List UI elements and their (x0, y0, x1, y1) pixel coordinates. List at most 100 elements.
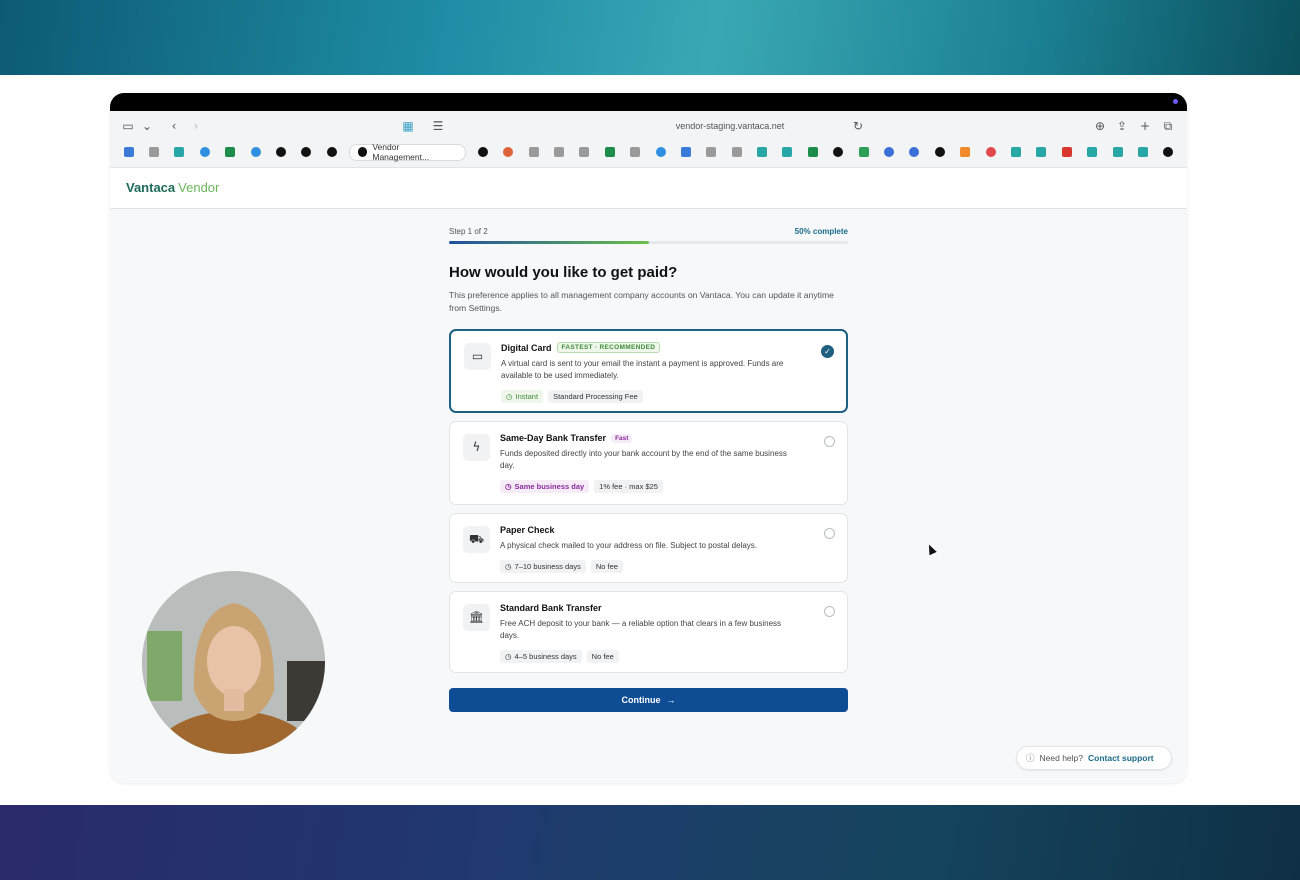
tab-favicon[interactable] (724, 143, 749, 161)
tab-strip: Vendor Management... (116, 141, 1181, 163)
tab-favicon[interactable] (622, 143, 647, 161)
tab-favicon[interactable] (826, 143, 851, 161)
timing-label: Same business day (514, 482, 585, 491)
continue-button[interactable]: Continue → (449, 688, 848, 712)
camera-dot (1173, 99, 1178, 104)
progress-bar (449, 241, 848, 244)
tab-favicon[interactable] (1156, 143, 1181, 161)
recommended-badge: FASTEST · RECOMMENDED (556, 342, 661, 353)
option-description: Funds deposited directly into your bank … (500, 449, 787, 470)
option-description: A physical check mailed to your address … (500, 541, 758, 550)
tab-favicon[interactable] (572, 143, 597, 161)
tab-favicon[interactable] (902, 143, 927, 161)
address-bar[interactable]: vendor-staging.vantaca.net (630, 118, 830, 134)
arrow-right-icon: → (666, 695, 676, 705)
tab-overview-icon[interactable]: ▦ (400, 118, 416, 134)
tabs-icon[interactable]: ⧉ (1160, 118, 1176, 134)
option-description: A virtual card is sent to your email the… (501, 359, 784, 380)
tab-favicon[interactable] (495, 143, 520, 161)
tab-favicon[interactable] (876, 143, 901, 161)
share-icon[interactable]: ⇪ (1114, 118, 1130, 134)
tab-favicon[interactable] (673, 143, 698, 161)
tab-favicon[interactable] (470, 143, 495, 161)
back-icon[interactable]: ‹ (166, 118, 182, 134)
tab-favicon[interactable] (319, 143, 344, 161)
vantaca-logo[interactable]: Vantaca Vendor (126, 180, 219, 195)
tab-favicon[interactable] (1054, 143, 1079, 161)
tab-favicon[interactable] (800, 143, 825, 161)
tab-favicon[interactable] (268, 143, 293, 161)
step-label: Step 1 of 2 (449, 227, 488, 236)
tab-favicon[interactable] (749, 143, 774, 161)
fee-chip: Standard Processing Fee (548, 390, 643, 403)
tab-favicon[interactable] (546, 143, 571, 161)
download-icon[interactable]: ⊕ (1092, 118, 1108, 134)
tab-favicon[interactable] (851, 143, 876, 161)
option-title: Digital Card (501, 342, 552, 353)
option-title: Standard Bank Transfer (500, 603, 602, 613)
tab-favicon[interactable] (243, 143, 268, 161)
option-digital-card[interactable]: ▭ Digital Card FASTEST · RECOMMENDED A v… (449, 329, 848, 413)
tab-favicon[interactable] (192, 143, 217, 161)
new-tab-icon[interactable]: + (1137, 118, 1153, 134)
tab-favicon[interactable] (116, 143, 141, 161)
page-title: How would you like to get paid? (449, 264, 678, 281)
tab-favicon[interactable] (927, 143, 952, 161)
tab-favicon[interactable] (141, 143, 166, 161)
radio-unselected[interactable] (824, 606, 835, 617)
option-paper-check[interactable]: ⛟ Paper Check A physical check mailed to… (449, 513, 848, 583)
truck-icon: ⛟ (463, 526, 490, 553)
tab-favicon[interactable] (699, 143, 724, 161)
clock-icon: ◷ (506, 392, 513, 401)
fee-chip: No fee (586, 650, 619, 663)
clock-icon: ◷ (505, 652, 512, 661)
help-text: Need help? (1039, 753, 1083, 763)
option-same-day-bank-transfer[interactable]: ϟ Same-Day Bank Transfer Fast Funds depo… (449, 421, 848, 505)
progress-fill (449, 241, 649, 244)
option-title: Paper Check (500, 525, 555, 535)
option-description: Free ACH deposit to your bank — a reliab… (500, 619, 782, 640)
clock-icon: ◷ (505, 562, 512, 571)
logo-product: Vendor (178, 180, 220, 195)
screen-notch (110, 93, 1187, 111)
tab-vendor-management[interactable]: Vendor Management... (348, 142, 467, 162)
payment-method-form: Step 1 of 2 50% complete How would you l… (449, 227, 848, 712)
tab-favicon[interactable] (1079, 143, 1104, 161)
help-circle-icon: ⓘ (1026, 753, 1035, 763)
tab-favicon[interactable] (167, 143, 192, 161)
tab-favicon[interactable] (597, 143, 622, 161)
radio-selected[interactable]: ✓ (821, 345, 834, 358)
tab-favicon[interactable] (1105, 143, 1130, 161)
forward-icon[interactable]: › (188, 118, 204, 134)
tab-favicon[interactable] (978, 143, 1003, 161)
radio-unselected[interactable] (824, 528, 835, 539)
timing-chip: ◷ Same business day (500, 480, 590, 493)
timing-label: Instant (515, 392, 539, 401)
timing-label: 7–10 business days (514, 562, 581, 571)
timing-chip: ◷ 7–10 business days (500, 560, 586, 573)
continue-label: Continue (621, 695, 661, 705)
tab-favicon[interactable] (953, 143, 978, 161)
tab-favicon[interactable] (775, 143, 800, 161)
page-menu-icon[interactable]: ☰ (430, 118, 446, 134)
tab-favicon[interactable] (1029, 143, 1054, 161)
tab-favicon[interactable] (1003, 143, 1028, 161)
tab-favicon[interactable] (1130, 143, 1155, 161)
sidebar-toggle-icon[interactable]: ▭ (120, 118, 136, 134)
tab-favicon[interactable] (648, 143, 673, 161)
option-title: Same-Day Bank Transfer (500, 433, 607, 443)
fee-chip: No fee (590, 560, 623, 573)
contact-support-link[interactable]: Contact support (1088, 753, 1154, 763)
help-widget[interactable]: ⓘ Need help? Contact support (1016, 746, 1172, 770)
tab-favicon[interactable] (294, 143, 319, 161)
tab-favicon[interactable] (521, 143, 546, 161)
option-standard-bank-transfer[interactable]: 🏛 Standard Bank Transfer Free ACH deposi… (449, 591, 848, 673)
tab-favicon[interactable] (218, 143, 243, 161)
radio-unselected[interactable] (824, 436, 835, 447)
browser-toolbar: ▭ ⌄ ‹ › ▦ ☰ vendor-staging.vantaca.net ↻… (110, 111, 1187, 141)
browser-chrome: ▭ ⌄ ‹ › ▦ ☰ vendor-staging.vantaca.net ↻… (110, 111, 1187, 168)
reload-icon[interactable]: ↻ (850, 118, 866, 134)
chevron-down-icon[interactable]: ⌄ (139, 118, 155, 134)
logo-brand: Vantaca (126, 180, 176, 195)
presenter-webcam-bubble (142, 571, 325, 754)
